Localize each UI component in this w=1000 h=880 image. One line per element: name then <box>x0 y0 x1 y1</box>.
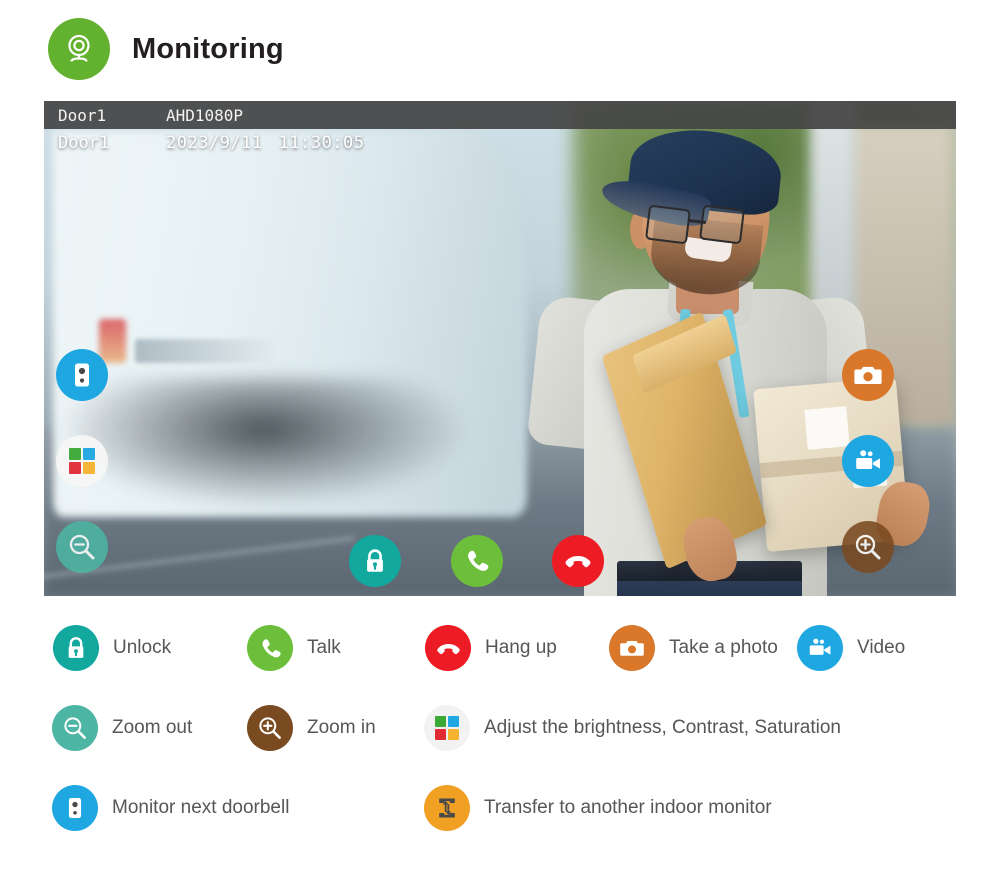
legend-row-1: Unlock Talk Hang up Take a photo Video <box>0 620 1000 700</box>
zoom-in-icon <box>247 705 293 751</box>
legend-item-talk[interactable]: Talk <box>247 620 341 676</box>
camera-scene <box>44 101 956 596</box>
phone-icon <box>468 550 489 571</box>
talk-button[interactable] <box>451 535 503 587</box>
zoom-in-button[interactable] <box>842 521 894 573</box>
camera-icon <box>854 366 882 384</box>
hang-up-button[interactable] <box>552 535 604 587</box>
page-title: Monitoring <box>132 32 284 65</box>
transfer-icon <box>424 785 470 831</box>
legend: Unlock Talk Hang up Take a photo Video Z… <box>0 620 1000 860</box>
legend-label: Transfer to another indoor monitor <box>484 797 772 818</box>
adjust-image-button[interactable] <box>56 435 108 487</box>
page-header: Monitoring <box>48 18 284 80</box>
titlebar-channel: Door1 <box>58 105 107 125</box>
phone-icon <box>247 625 293 671</box>
video-camera-icon <box>797 625 843 671</box>
legend-item-adjust-image[interactable]: Adjust the brightness, Contrast, Saturat… <box>424 700 841 756</box>
legend-label: Video <box>857 637 906 658</box>
osd-date: 2023/9/11 <box>166 133 263 153</box>
video-preview[interactable]: Door1 AHD1080P Door1 2023/9/11 11:30:05 <box>44 101 956 596</box>
zoom-out-button[interactable] <box>56 521 108 573</box>
zoom-in-icon <box>855 534 881 560</box>
osd-time: 11:30:05 <box>278 133 365 153</box>
hang-up-icon <box>425 625 471 671</box>
doorbell-icon <box>75 363 89 387</box>
video-record-button[interactable] <box>842 435 894 487</box>
legend-item-hang-up[interactable]: Hang up <box>425 620 557 676</box>
take-a-photo-button[interactable] <box>842 349 894 401</box>
legend-label: Zoom out <box>112 717 193 738</box>
legend-item-zoom-in[interactable]: Zoom in <box>247 700 376 756</box>
titlebar-resolution: AHD1080P <box>166 105 244 125</box>
video-osd: Door1 2023/9/11 11:30:05 <box>58 133 365 153</box>
legend-label: Talk <box>307 637 341 658</box>
legend-item-video[interactable]: Video <box>797 620 905 676</box>
legend-item-monitor-next-doorbell[interactable]: Monitor next doorbell <box>52 780 289 836</box>
unlock-button[interactable] <box>349 535 401 587</box>
lock-icon <box>53 625 99 671</box>
video-titlebar: Door1 AHD1080P <box>44 101 956 129</box>
color-grid-icon <box>69 448 95 474</box>
legend-item-zoom-out[interactable]: Zoom out <box>52 700 192 756</box>
legend-label: Adjust the brightness, Contrast, Saturat… <box>484 717 841 738</box>
doorbell-icon <box>52 785 98 831</box>
legend-row-2: Zoom out Zoom in Adjust the brightness, … <box>0 700 1000 780</box>
zoom-out-icon <box>52 705 98 751</box>
osd-channel: Door1 <box>58 133 110 153</box>
camera-icon <box>609 625 655 671</box>
zoom-out-icon <box>69 534 95 560</box>
legend-item-take-a-photo[interactable]: Take a photo <box>609 620 778 676</box>
hang-up-icon <box>565 556 591 568</box>
monitor-next-doorbell-button[interactable] <box>56 349 108 401</box>
legend-item-unlock[interactable]: Unlock <box>53 620 171 676</box>
lock-icon <box>367 549 383 572</box>
video-camera-icon <box>856 450 880 469</box>
visitor-figure <box>500 101 934 596</box>
legend-label: Monitor next doorbell <box>112 797 290 818</box>
legend-label: Take a photo <box>669 637 778 658</box>
legend-row-3: Monitor next doorbell Transfer to anothe… <box>0 780 1000 860</box>
color-grid-icon <box>424 705 470 751</box>
legend-label: Hang up <box>485 637 557 658</box>
legend-label: Unlock <box>113 637 172 658</box>
webcam-icon <box>48 18 110 80</box>
legend-item-transfer[interactable]: Transfer to another indoor monitor <box>424 780 772 836</box>
legend-label: Zoom in <box>307 717 376 738</box>
